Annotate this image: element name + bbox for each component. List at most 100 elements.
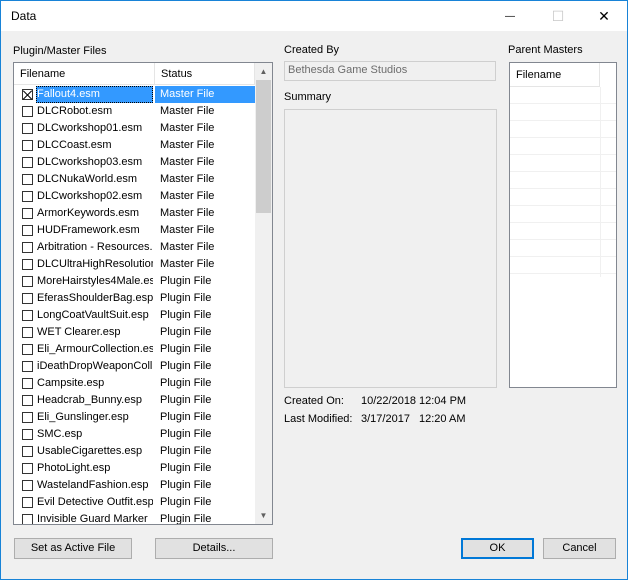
row-checkbox[interactable] (22, 327, 33, 338)
row-status: Plugin File (160, 275, 212, 287)
table-row[interactable]: UsableCigarettes.esp Plugin File (14, 443, 255, 460)
row-filename: Eli_Gunslinger.esp (37, 411, 129, 423)
row-status: Master File (155, 86, 255, 103)
row-checkbox[interactable] (22, 140, 33, 151)
row-status: Plugin File (160, 309, 212, 321)
table-row[interactable]: HUDFramework.esm Master File (14, 222, 255, 239)
row-checkbox[interactable] (22, 259, 33, 270)
row-checkbox[interactable] (22, 429, 33, 440)
row-status: Plugin File (160, 462, 212, 474)
row-status: Master File (160, 241, 215, 253)
set-active-file-button[interactable]: Set as Active File (14, 538, 132, 559)
row-status: Plugin File (160, 343, 212, 355)
row-filename: ArmorKeywords.esm (37, 207, 140, 219)
row-checkbox[interactable] (22, 293, 33, 304)
row-checkbox[interactable] (22, 276, 33, 287)
row-filename: Eli_ArmourCollection.esp (37, 343, 153, 355)
row-checkbox[interactable] (22, 157, 33, 168)
row-checkbox[interactable] (22, 446, 33, 457)
table-row[interactable]: DLCworkshop02.esm Master File (14, 188, 255, 205)
summary-textarea[interactable] (284, 109, 497, 388)
plugin-file-list[interactable]: Filename Status Fallout4.esm Master File D… (13, 62, 273, 525)
scroll-up-icon[interactable]: ▲ (255, 63, 272, 80)
maximize-button: ☐ (535, 1, 581, 31)
row-filename: iDeathDropWeaponCollision.esp (37, 360, 153, 372)
last-modified-time: 12:20 AM (419, 413, 466, 425)
details-button[interactable]: Details... (155, 538, 273, 559)
table-row[interactable]: LongCoatVaultSuit.esp Plugin File (14, 307, 255, 324)
table-row[interactable]: DLCCoast.esm Master File (14, 137, 255, 154)
ok-button[interactable]: OK (461, 538, 534, 559)
table-row[interactable]: SMC.esp Plugin File (14, 426, 255, 443)
minimize-button[interactable]: — (487, 1, 533, 31)
row-checkbox[interactable] (22, 412, 33, 423)
last-modified-label: Last Modified: (284, 413, 353, 425)
table-row[interactable]: WastelandFashion.esp Plugin File (14, 477, 255, 494)
row-filename: DLCworkshop02.esm (37, 190, 143, 202)
table-row[interactable]: DLCRobot.esm Master File (14, 103, 255, 120)
column-header-filename[interactable]: Filename (14, 63, 155, 85)
row-status: Master File (160, 224, 215, 236)
row-status: Master File (160, 207, 215, 219)
row-checkbox[interactable] (22, 480, 33, 491)
table-row[interactable]: MoreHairstyles4Male.esp Plugin File (14, 273, 255, 290)
table-row[interactable]: Evil Detective Outfit.esp Plugin File (14, 494, 255, 511)
column-header-parent-filename[interactable]: Filename (510, 63, 600, 87)
table-row[interactable]: Fallout4.esm Master File (14, 86, 255, 103)
row-checkbox[interactable] (22, 361, 33, 372)
row-checkbox[interactable] (22, 344, 33, 355)
table-row[interactable]: Arbitration - Resources.esm Master File (14, 239, 255, 256)
row-checkbox[interactable] (22, 514, 33, 524)
row-checkbox[interactable] (22, 89, 33, 100)
row-checkbox[interactable] (22, 174, 33, 185)
close-button[interactable]: ✕ (581, 1, 627, 31)
table-row[interactable]: Eli_ArmourCollection.esp Plugin File (14, 341, 255, 358)
row-status: Plugin File (160, 496, 212, 508)
row-checkbox[interactable] (22, 395, 33, 406)
row-checkbox[interactable] (22, 225, 33, 236)
table-row[interactable]: ArmorKeywords.esm Master File (14, 205, 255, 222)
scroll-down-icon[interactable]: ▼ (255, 507, 272, 524)
list-header: Filename Status (14, 63, 255, 85)
plugin-rows: Fallout4.esm Master File DLCRobot.esm Maste… (14, 86, 255, 524)
title-bar[interactable]: Data — ☐ ✕ (1, 1, 627, 31)
row-filename: WastelandFashion.esp (37, 479, 149, 491)
row-checkbox[interactable] (22, 106, 33, 117)
table-row[interactable]: Eli_Gunslinger.esp Plugin File (14, 409, 255, 426)
parent-masters-label: Parent Masters (508, 44, 583, 56)
row-checkbox[interactable] (22, 310, 33, 321)
table-row[interactable]: Headcrab_Bunny.esp Plugin File (14, 392, 255, 409)
table-row[interactable]: WET Clearer.esp Plugin File (14, 324, 255, 341)
row-status: Plugin File (160, 445, 212, 457)
row-checkbox[interactable] (22, 242, 33, 253)
row-filename: DLCUltraHighResolution.esm (37, 258, 153, 270)
table-row[interactable]: Invisible Guard Marker Plugin File (14, 511, 255, 524)
row-status: Master File (160, 122, 215, 134)
row-checkbox[interactable] (22, 497, 33, 508)
row-checkbox[interactable] (22, 378, 33, 389)
created-by-field[interactable]: Bethesda Game Studios (284, 61, 496, 81)
scrollbar-thumb[interactable] (256, 80, 271, 213)
row-checkbox[interactable] (22, 463, 33, 474)
table-row[interactable]: DLCUltraHighResolution.esm Master File (14, 256, 255, 273)
row-status: Master File (160, 105, 215, 117)
table-row[interactable]: Campsite.esp Plugin File (14, 375, 255, 392)
row-filename: LongCoatVaultSuit.esp (37, 309, 149, 321)
table-row[interactable]: DLCworkshop03.esm Master File (14, 154, 255, 171)
row-checkbox[interactable] (22, 208, 33, 219)
row-checkbox[interactable] (22, 191, 33, 202)
parent-masters-list[interactable]: Filename (509, 62, 617, 388)
row-filename: Evil Detective Outfit.esp (37, 496, 153, 508)
cancel-button[interactable]: Cancel (543, 538, 616, 559)
row-checkbox[interactable] (22, 123, 33, 134)
table-row[interactable]: DLCworkshop01.esm Master File (14, 120, 255, 137)
created-by-label: Created By (284, 44, 340, 56)
row-filename: WET Clearer.esp (37, 326, 121, 338)
vertical-scrollbar[interactable]: ▲ ▼ (255, 63, 272, 524)
table-row[interactable]: DLCNukaWorld.esm Master File (14, 171, 255, 188)
table-row[interactable]: PhotoLight.esp Plugin File (14, 460, 255, 477)
row-filename: DLCNukaWorld.esm (37, 173, 138, 185)
table-row[interactable]: iDeathDropWeaponCollision.esp Plugin File (14, 358, 255, 375)
table-row[interactable]: EferasShoulderBag.esp Plugin File (14, 290, 255, 307)
column-header-status[interactable]: Status (155, 63, 255, 85)
